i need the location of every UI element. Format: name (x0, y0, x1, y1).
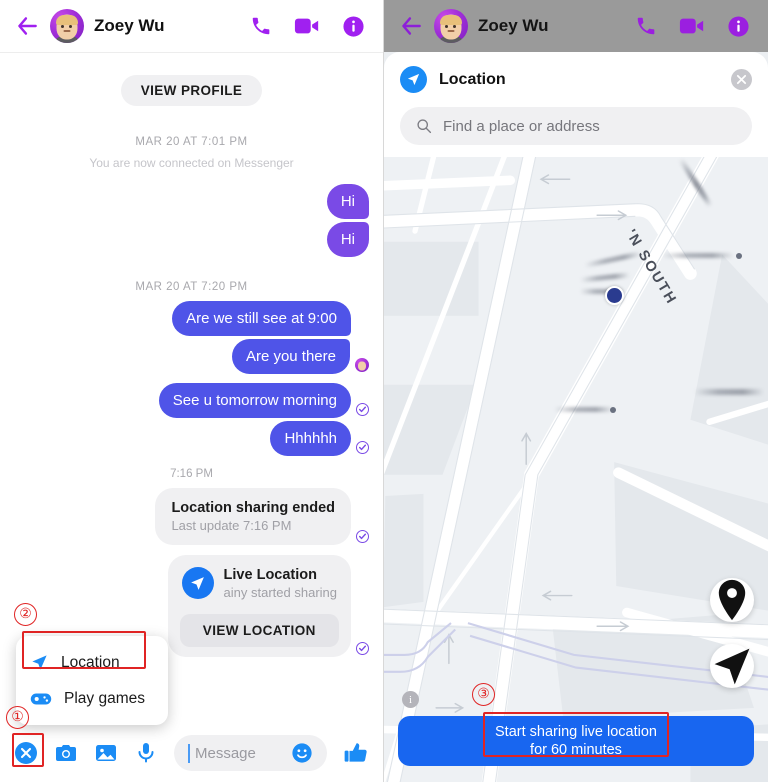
annotation-marker-1: ① (6, 706, 29, 729)
location-sharing-ended-card[interactable]: Location sharing ended Last update 7:16 … (155, 488, 351, 545)
message-bubble[interactable]: See u tomorrow morning (158, 383, 351, 418)
navigation-arrow-icon (714, 648, 750, 685)
search-placeholder: Find a place or address (443, 117, 600, 135)
video-camera-icon[interactable] (294, 15, 320, 37)
live-location-card[interactable]: Live Location ainy started sharing VIEW … (167, 555, 351, 657)
text-caret (188, 743, 190, 763)
popup-item-label: Location (61, 653, 120, 671)
annotation-marker-3: ③ (472, 683, 495, 706)
card-title: Location sharing ended (171, 500, 335, 516)
delivered-tick-icon (356, 642, 369, 655)
info-circle-icon[interactable] (727, 15, 750, 38)
location-ended-row: Location sharing ended Last update 7:16 … (14, 488, 369, 545)
share-line-1: Start sharing live location (495, 724, 657, 740)
game-controller-icon (30, 693, 52, 705)
back-arrow-icon[interactable] (14, 13, 40, 39)
contact-name: Zoey Wu (478, 16, 549, 35)
map-vector (384, 157, 768, 782)
close-x-icon[interactable] (731, 69, 752, 90)
message-row: Hi (14, 222, 369, 257)
place-search-input[interactable]: Find a place or address (400, 107, 752, 145)
blue-location-dot (605, 286, 624, 305)
thumbs-up-icon[interactable] (343, 740, 369, 766)
delivered-tick-icon (356, 441, 369, 454)
microphone-icon[interactable] (134, 741, 158, 765)
message-thread[interactable]: VIEW PROFILE MAR 20 AT 7:01 PM You are n… (0, 53, 383, 724)
message-row: Are you there (14, 339, 369, 374)
map-info-badge[interactable]: i (402, 691, 419, 708)
share-line-2: for 60 minutes (530, 742, 622, 758)
message-row: Hhhhhh (14, 421, 369, 456)
photo-gallery-icon[interactable] (94, 741, 118, 765)
map-canvas[interactable]: 'N SOUTH i Start sharing live location f… (384, 157, 768, 782)
map-pin-icon (718, 579, 746, 621)
time-stamp: 7:16 PM (170, 468, 213, 480)
message-bubble[interactable]: Hi (326, 184, 369, 219)
message-bubble[interactable]: Are we still see at 9:00 (172, 301, 351, 336)
video-camera-icon[interactable] (679, 15, 705, 37)
smiley-face-icon[interactable] (291, 742, 313, 764)
start-sharing-button[interactable]: Start sharing live location for 60 minut… (398, 716, 754, 766)
live-location-badge-icon (181, 567, 214, 599)
popup-location-item[interactable]: Location (16, 644, 168, 681)
delivered-tick-icon (356, 530, 369, 543)
popup-play-games-item[interactable]: Play games (16, 681, 168, 717)
back-arrow-icon[interactable] (398, 13, 424, 39)
phone-icon[interactable] (635, 15, 657, 37)
poi-dot (736, 253, 742, 259)
chat-header-dimmed: Zoey Wu (384, 0, 768, 52)
location-sheet: Location Find a place or address 'N SOUT… (384, 52, 768, 782)
seen-avatar (355, 358, 369, 372)
header-actions (250, 15, 365, 38)
avatar[interactable] (434, 9, 468, 43)
blurred-label (662, 253, 734, 258)
delivered-tick-icon (356, 403, 369, 416)
info-circle-icon[interactable] (342, 15, 365, 38)
phone-icon[interactable] (250, 15, 272, 37)
left-chat-panel: Zoey Wu VIEW PROFILE MAR 20 AT 7:01 PM Y… (0, 0, 384, 782)
message-bubble[interactable]: Are you there (231, 339, 350, 374)
view-profile-button[interactable]: VIEW PROFILE (120, 75, 263, 106)
message-row: See u tomorrow morning (14, 383, 369, 418)
message-placeholder: Message (195, 744, 256, 762)
poi-dot (610, 407, 616, 413)
day-stamp-1: MAR 20 AT 7:01 PM (135, 136, 248, 148)
blurred-label (554, 407, 614, 412)
right-map-panel: Zoey Wu Location Find a place or address… (384, 0, 768, 782)
blurred-label (694, 389, 764, 395)
sheet-title: Location (439, 70, 506, 88)
close-circle-icon[interactable] (14, 741, 38, 765)
chat-header: Zoey Wu (0, 0, 383, 52)
annotation-marker-2: ② (14, 603, 37, 626)
message-bubble[interactable]: Hhhhhh (270, 421, 351, 456)
message-input[interactable]: Message (174, 735, 327, 771)
header-actions (635, 15, 750, 38)
popup-item-label: Play games (64, 690, 145, 707)
avatar[interactable] (50, 9, 84, 43)
magnifier-icon (417, 119, 432, 134)
attachment-popup-menu[interactable]: Location Play games (16, 636, 168, 725)
card-subtitle: Last update 7:16 PM (171, 518, 292, 533)
map-pin-button[interactable] (710, 578, 754, 622)
location-arrow-icon (32, 655, 47, 670)
live-card-subtitle: ainy started sharing (223, 585, 337, 600)
view-location-button[interactable]: VIEW LOCATION (179, 614, 339, 647)
location-sheet-header: Location (384, 52, 768, 101)
day-stamp-2: MAR 20 AT 7:20 PM (135, 281, 248, 293)
system-note: You are now connected on Messenger (89, 156, 294, 170)
recenter-button[interactable] (710, 644, 754, 688)
contact-name: Zoey Wu (94, 16, 165, 35)
location-arrow-icon (400, 66, 427, 93)
message-composer: Message (0, 724, 383, 782)
app-screen: Zoey Wu VIEW PROFILE MAR 20 AT 7:01 PM Y… (0, 0, 768, 782)
live-card-title: Live Location (223, 567, 318, 583)
message-row: Hi (14, 184, 369, 219)
message-bubble[interactable]: Hi (326, 222, 369, 257)
camera-icon[interactable] (54, 741, 78, 765)
message-row: Are we still see at 9:00 (14, 301, 369, 336)
